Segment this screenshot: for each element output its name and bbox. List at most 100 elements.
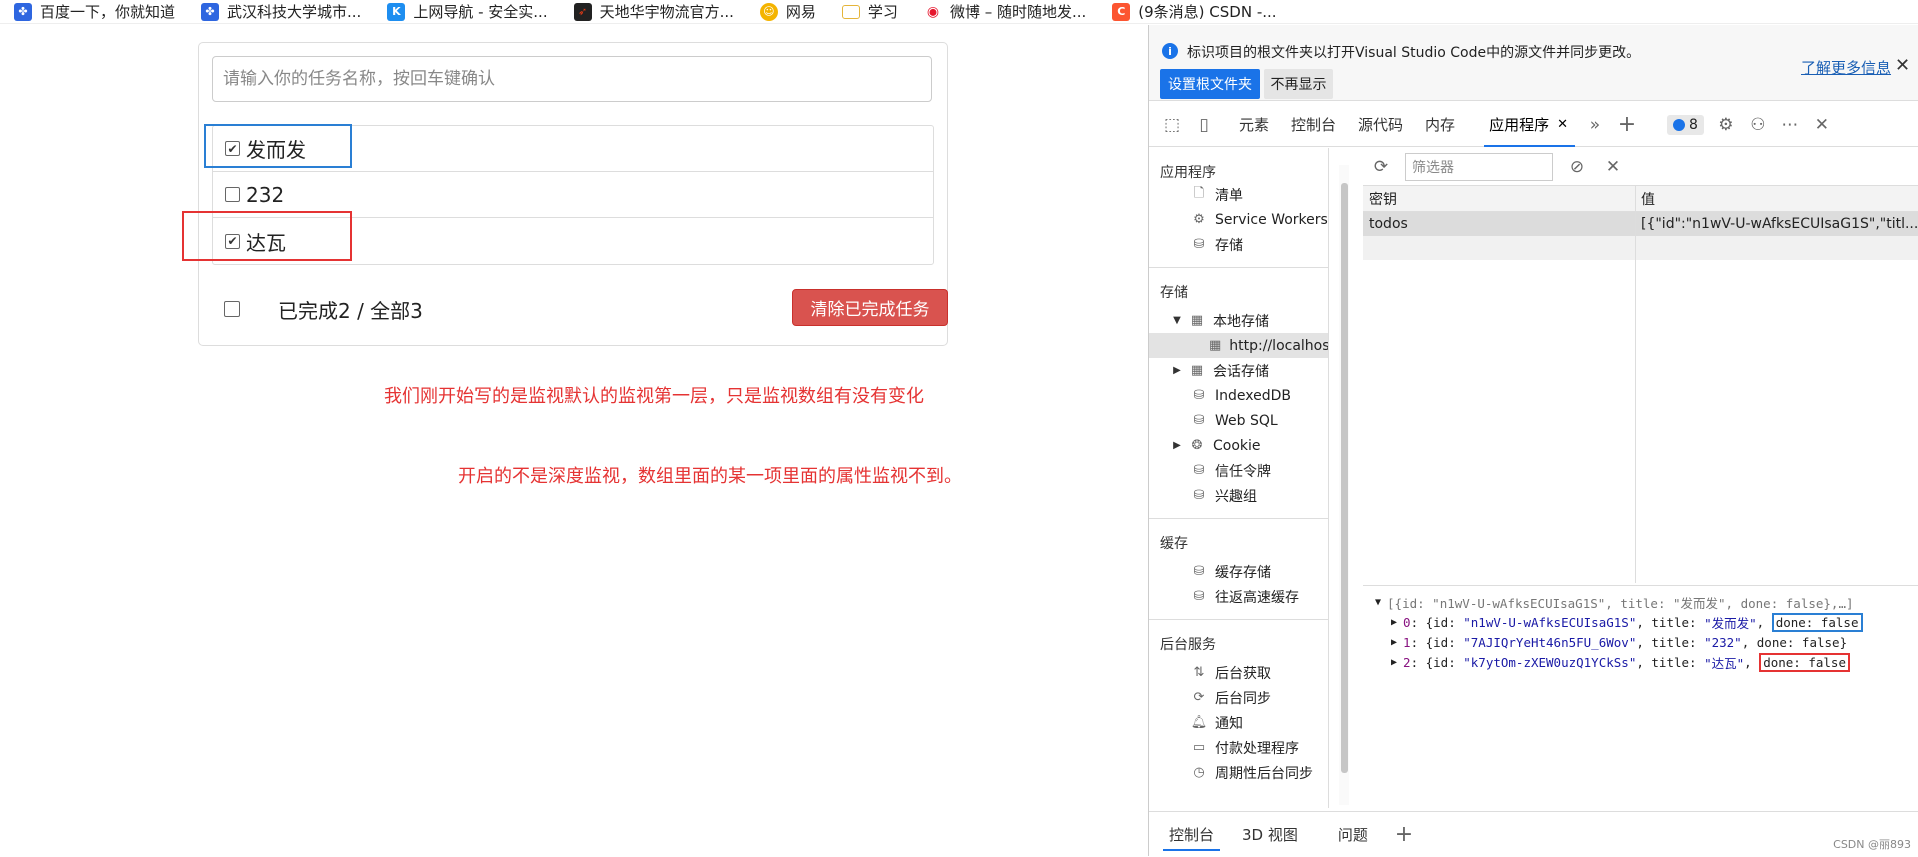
- filter-input[interactable]: 筛选器: [1405, 152, 1553, 181]
- expanded-triangle-icon[interactable]: ▼: [1375, 597, 1381, 608]
- paw-icon: ✤: [201, 2, 220, 21]
- sidebar-scrollbar-thumb[interactable]: [1341, 183, 1348, 773]
- sidebar-item-session-storage[interactable]: ▶ ▦ 会话存储: [1149, 358, 1328, 383]
- tab-console[interactable]: 控制台: [1280, 103, 1347, 147]
- devtools-infobar: i 标识项目的根文件夹以打开Visual Studio Code中的源文件并同步…: [1149, 25, 1918, 101]
- sidebar-item-background-sync[interactable]: ⟳ 后台同步: [1149, 685, 1328, 710]
- drawer-tab-label: 3D 视图: [1242, 825, 1298, 844]
- bookmark-logistics[interactable]: ➶ 天地华宇物流官方...: [573, 1, 734, 22]
- todo-checkbox[interactable]: [225, 187, 240, 202]
- preview-row[interactable]: ▶ 1: {id: "7AJIQrYeHt46n5FU_6Wov", title…: [1363, 632, 1918, 652]
- sidebar-item-payment-handler[interactable]: ▭ 付款处理程序: [1149, 735, 1328, 760]
- close-tab-icon[interactable]: ✕: [1557, 117, 1568, 132]
- select-all-checkbox[interactable]: [224, 301, 240, 317]
- sidebar-item-websql[interactable]: ⛁ Web SQL: [1149, 408, 1328, 433]
- sidebar-item-cookie[interactable]: ▶ ❂ Cookie: [1149, 433, 1328, 458]
- column-key-header[interactable]: 密钥: [1363, 186, 1635, 211]
- more-tabs-icon[interactable]: »: [1583, 113, 1607, 137]
- drawer-tab-console[interactable]: 控制台: [1155, 812, 1228, 857]
- tab-application[interactable]: 应用程序 ✕: [1478, 103, 1579, 147]
- inspect-element-icon[interactable]: ⬚: [1160, 113, 1184, 137]
- bookmark-weibo[interactable]: ◉ 微博 – 随时随地发...: [923, 1, 1086, 22]
- database-icon: ⛁: [1193, 488, 1205, 503]
- collapsed-triangle-icon[interactable]: ▶: [1171, 365, 1183, 376]
- bookmark-nav[interactable]: K 上网导航 - 安全实...: [387, 1, 548, 22]
- collapsed-triangle-icon[interactable]: ▶: [1391, 617, 1397, 628]
- sidebar-item-cache-storage[interactable]: ⛁ 缓存存储: [1149, 559, 1328, 584]
- storage-toolbar: ⟳ 筛选器 ⊘ ✕: [1363, 148, 1918, 186]
- set-root-folder-button[interactable]: 设置根文件夹: [1160, 69, 1260, 99]
- bookmark-wust[interactable]: ✤ 武汉科技大学城市...: [201, 1, 361, 22]
- watermark: CSDN @丽893: [1833, 838, 1911, 851]
- sidebar-item-storage[interactable]: ⛁ 存储: [1149, 232, 1328, 257]
- sidebar-item-notifications[interactable]: 🔔︎ 通知: [1149, 710, 1328, 735]
- grid-icon: ▦: [1209, 338, 1222, 353]
- tab-sources[interactable]: 源代码: [1347, 103, 1414, 147]
- clear-all-icon[interactable]: ⊘: [1565, 155, 1589, 179]
- close-devtools-icon[interactable]: ✕: [1810, 113, 1834, 137]
- sidebar-item-service-workers[interactable]: ⚙ Service Workers: [1149, 207, 1328, 232]
- preview-row[interactable]: ▶ 0: {id: "n1wV-U-wAfksECUIsaG1S", title…: [1363, 612, 1918, 632]
- dont-show-again-button[interactable]: 不再显示: [1264, 69, 1333, 99]
- sidebar-item-manifest[interactable]: 🗋 清单: [1149, 182, 1328, 207]
- clear-completed-button[interactable]: 清除已完成任务: [792, 289, 948, 326]
- collapsed-triangle-icon[interactable]: ▶: [1171, 440, 1183, 451]
- sidebar-item-localhost[interactable]: ▦ http://localhost:: [1149, 333, 1328, 358]
- sidebar-item-periodic-sync[interactable]: ◷ 周期性后台同步: [1149, 760, 1328, 785]
- table-row-empty[interactable]: [1363, 236, 1918, 260]
- device-emulation-icon[interactable]: ▯: [1192, 113, 1216, 137]
- sidebar-item-interest-groups[interactable]: ⛁ 兴趣组: [1149, 483, 1328, 508]
- gear-icon[interactable]: ⚙: [1714, 113, 1738, 137]
- issues-badge[interactable]: 8: [1666, 114, 1704, 135]
- sidebar-section-application: 应用程序: [1160, 165, 1216, 181]
- feedback-icon[interactable]: ⚇: [1746, 113, 1770, 137]
- clock-icon: ◷: [1193, 765, 1205, 780]
- devtools-panel: i 标识项目的根文件夹以打开Visual Studio Code中的源文件并同步…: [1148, 25, 1918, 856]
- column-value-header[interactable]: 值: [1635, 186, 1918, 211]
- sidebar-label: 会话存储: [1213, 363, 1269, 380]
- table-row[interactable]: todos [{"id":"n1wV-U-wAfksECUIsaG1S","ti…: [1363, 212, 1918, 236]
- sidebar-item-background-fetch[interactable]: ⇅ 后台获取: [1149, 660, 1328, 685]
- collapsed-triangle-icon[interactable]: ▶: [1391, 657, 1397, 668]
- sidebar-label: 缓存存储: [1215, 564, 1271, 581]
- folder-icon: [841, 4, 860, 19]
- info-icon: i: [1162, 43, 1178, 59]
- add-tab-icon[interactable]: +: [1392, 822, 1416, 847]
- add-tab-icon[interactable]: +: [1615, 112, 1639, 137]
- bookmark-study-folder[interactable]: 学习: [841, 1, 898, 22]
- bookmark-label: 学习: [867, 3, 898, 21]
- more-options-icon[interactable]: ⋯: [1778, 113, 1802, 137]
- preview-id: "7AJIQrYeHt46n5FU_6Wov": [1463, 634, 1637, 650]
- preview-done: done: false: [1771, 612, 1863, 632]
- collapsed-triangle-icon[interactable]: ▶: [1391, 637, 1397, 648]
- drawer-tab-issues[interactable]: 问题: [1324, 812, 1382, 857]
- bookmark-csdn[interactable]: C (9条消息) CSDN -...: [1112, 1, 1277, 22]
- todo-card: ✔ 发而发 232 ✔ 达瓦 已完成2 / 全部3 清除已完成任务: [198, 42, 948, 346]
- tab-memory[interactable]: 内存: [1414, 103, 1466, 147]
- refresh-icon[interactable]: ⟳: [1369, 155, 1393, 179]
- bookmark-baidu[interactable]: ✤ 百度一下，你就知道: [14, 1, 175, 22]
- annotation-note-2: 开启的不是深度监视，数组里面的某一项里面的属性监视不到。: [458, 466, 962, 487]
- sidebar-item-local-storage[interactable]: ▼ ▦ 本地存储: [1149, 308, 1328, 333]
- delete-selected-icon[interactable]: ✕: [1601, 155, 1625, 179]
- tab-elements[interactable]: 元素: [1228, 103, 1280, 147]
- drawer-tab-3d-view[interactable]: 3D 视图: [1228, 812, 1312, 857]
- preview-row[interactable]: ▶ 2: {id: "k7ytOm-zXEW0uzQ1YCkSs", title…: [1363, 652, 1918, 672]
- k-icon: K: [387, 2, 406, 21]
- preview-summary-line[interactable]: ▼ [{id: "n1wV-U-wAfksECUIsaG1S", title: …: [1363, 592, 1918, 612]
- issues-count: 8: [1688, 116, 1698, 133]
- learn-more-link[interactable]: 了解更多信息: [1801, 57, 1891, 78]
- close-icon[interactable]: ✕: [1895, 55, 1910, 76]
- tab-label: 控制台: [1291, 116, 1337, 134]
- sidebar-label: 本地存储: [1213, 313, 1269, 330]
- expanded-triangle-icon[interactable]: ▼: [1171, 315, 1183, 326]
- preview-index: 2: [1403, 654, 1411, 670]
- preview-punct: }: [1839, 634, 1848, 650]
- sidebar-item-indexeddb[interactable]: ⛁ IndexedDB: [1149, 383, 1328, 408]
- bookmark-netease[interactable]: ☺ 网易: [759, 1, 816, 22]
- database-icon: ⛁: [1193, 564, 1205, 579]
- sidebar-item-bfcache[interactable]: ⛁ 往返高速缓存: [1149, 584, 1328, 609]
- task-input[interactable]: [212, 56, 932, 102]
- sidebar-item-trust-tokens[interactable]: ⛁ 信任令牌: [1149, 458, 1328, 483]
- sidebar-label: Web SQL: [1215, 412, 1278, 429]
